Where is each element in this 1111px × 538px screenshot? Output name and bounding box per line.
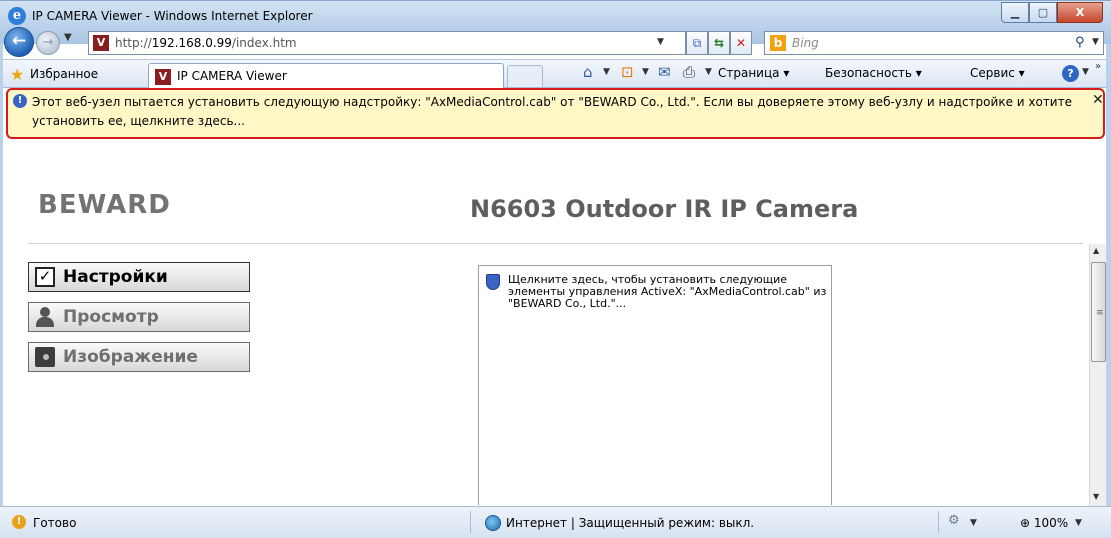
home-icon[interactable]: ⌂: [583, 63, 593, 81]
stop-button[interactable]: ✕: [730, 31, 752, 55]
scroll-thumb[interactable]: ≡: [1091, 262, 1106, 362]
bing-icon: b: [770, 35, 786, 51]
settings-button[interactable]: ✓ Настройки: [28, 262, 250, 292]
forward-button[interactable]: →: [36, 31, 60, 55]
compatibility-view-button[interactable]: ⧉: [686, 31, 708, 55]
info-shield-icon: !: [13, 94, 27, 108]
site-favicon-icon: V: [93, 35, 109, 51]
header-divider: [28, 243, 1083, 244]
security-zone[interactable]: Интернет | Защищенный режим: выкл.: [506, 516, 754, 530]
maximize-button[interactable]: ▢: [1029, 2, 1057, 23]
favorites-command-bar: ★ Избранное V IP CAMERA Viewer ⌂ ▼ ⊡ ▼ ✉…: [0, 59, 1111, 89]
activex-placeholder[interactable]: Щелкните здесь, чтобы установить следующ…: [478, 265, 832, 505]
protected-mode-dropdown-icon[interactable]: ▼: [970, 518, 977, 528]
vertical-scrollbar[interactable]: ▲ ≡ ▼: [1089, 244, 1106, 506]
url-prefix: http://: [115, 36, 152, 50]
shield-icon: [486, 274, 500, 290]
camera-title: N6603 Outdoor IR IP Camera: [470, 195, 859, 223]
tab-ip-camera-viewer[interactable]: V IP CAMERA Viewer: [148, 63, 504, 89]
tab-favicon-icon: V: [155, 69, 171, 85]
safety-menu-label: Безопасность: [825, 66, 912, 80]
favorites-button[interactable]: Избранное: [30, 67, 98, 81]
status-bar: ! Готово Интернет | Защищенный режим: вы…: [0, 506, 1111, 538]
search-options-dropdown[interactable]: ▼: [1092, 37, 1099, 47]
tools-menu[interactable]: Сервис ▾: [970, 66, 1025, 80]
page-menu[interactable]: Страница ▾: [718, 66, 789, 80]
checkbox-icon: ✓: [35, 267, 55, 287]
refresh-button[interactable]: ⇆: [708, 31, 730, 55]
favorites-star-icon[interactable]: ★: [10, 65, 24, 84]
view-label: Просмотр: [63, 307, 159, 327]
minimize-button[interactable]: ▁: [1001, 2, 1029, 23]
window-left-border: [0, 44, 3, 538]
window-right-border: [1106, 44, 1111, 538]
search-box[interactable]: b Bing ⚲ ▼: [764, 31, 1104, 55]
chevron-more-icon[interactable]: »: [1095, 61, 1101, 72]
protected-mode-icon[interactable]: ⚙: [948, 513, 960, 528]
scroll-down-icon[interactable]: ▼: [1093, 492, 1099, 501]
camera-icon: [35, 347, 55, 367]
print-icon[interactable]: ⎙: [683, 63, 695, 81]
globe-icon: [485, 515, 501, 531]
information-bar-message[interactable]: Этот веб-узел пытается установить следую…: [32, 93, 1072, 131]
home-dropdown-icon[interactable]: ▼: [603, 67, 610, 77]
tab-title: IP CAMERA Viewer: [177, 69, 287, 83]
activex-install-prompt[interactable]: Щелкните здесь, чтобы установить следующ…: [508, 274, 828, 310]
zoom-value: 100%: [1033, 516, 1069, 530]
print-dropdown-icon[interactable]: ▼: [705, 67, 712, 77]
address-bar[interactable]: V http://192.168.0.99/index.htm ▼: [88, 31, 686, 55]
status-text: Готово: [33, 516, 77, 530]
view-button[interactable]: Просмотр: [28, 302, 250, 332]
ie-logo-icon: e: [8, 7, 26, 25]
page-menu-label: Страница: [718, 66, 780, 80]
help-dropdown-icon[interactable]: ▼: [1082, 67, 1089, 77]
address-dropdown-icon[interactable]: ▼: [657, 37, 664, 47]
help-icon[interactable]: ?: [1062, 65, 1079, 82]
status-separator: [938, 511, 939, 533]
mail-icon[interactable]: ✉: [658, 63, 671, 81]
settings-label: Настройки: [63, 267, 168, 287]
user-icon: [35, 307, 55, 327]
scroll-up-icon[interactable]: ▲: [1093, 246, 1099, 255]
safety-menu[interactable]: Безопасность ▾: [825, 66, 922, 80]
information-bar[interactable]: ! Этот веб-узел пытается установить след…: [6, 88, 1105, 139]
tools-menu-label: Сервис: [970, 66, 1015, 80]
url-path: /index.htm: [231, 36, 297, 50]
url-host: 192.168.0.99: [151, 36, 232, 50]
feeds-dropdown-icon[interactable]: ▼: [642, 67, 649, 77]
scroll-grip-icon: ≡: [1096, 308, 1104, 318]
warning-icon[interactable]: !: [12, 515, 26, 529]
zoom-dropdown-icon[interactable]: ▼: [1075, 518, 1082, 528]
recent-pages-dropdown[interactable]: ▼: [64, 32, 72, 43]
beward-logo: BEWARD: [38, 190, 171, 220]
new-tab-button[interactable]: [507, 65, 543, 87]
feeds-icon[interactable]: ⊡: [621, 63, 634, 81]
url-text[interactable]: http://192.168.0.99/index.htm: [115, 36, 297, 50]
back-button[interactable]: ←: [4, 27, 34, 57]
close-window-button[interactable]: X: [1057, 2, 1103, 23]
image-label: Изображение: [63, 347, 198, 367]
image-button[interactable]: Изображение: [28, 342, 250, 372]
zoom-level[interactable]: ⊕ 100%: [1020, 516, 1068, 530]
status-separator: [470, 511, 471, 533]
search-icon[interactable]: ⚲: [1075, 35, 1085, 50]
window-title: IP CAMERA Viewer - Windows Internet Expl…: [32, 9, 313, 23]
information-bar-close-button[interactable]: ✕: [1092, 92, 1104, 108]
search-input[interactable]: Bing: [792, 36, 819, 50]
